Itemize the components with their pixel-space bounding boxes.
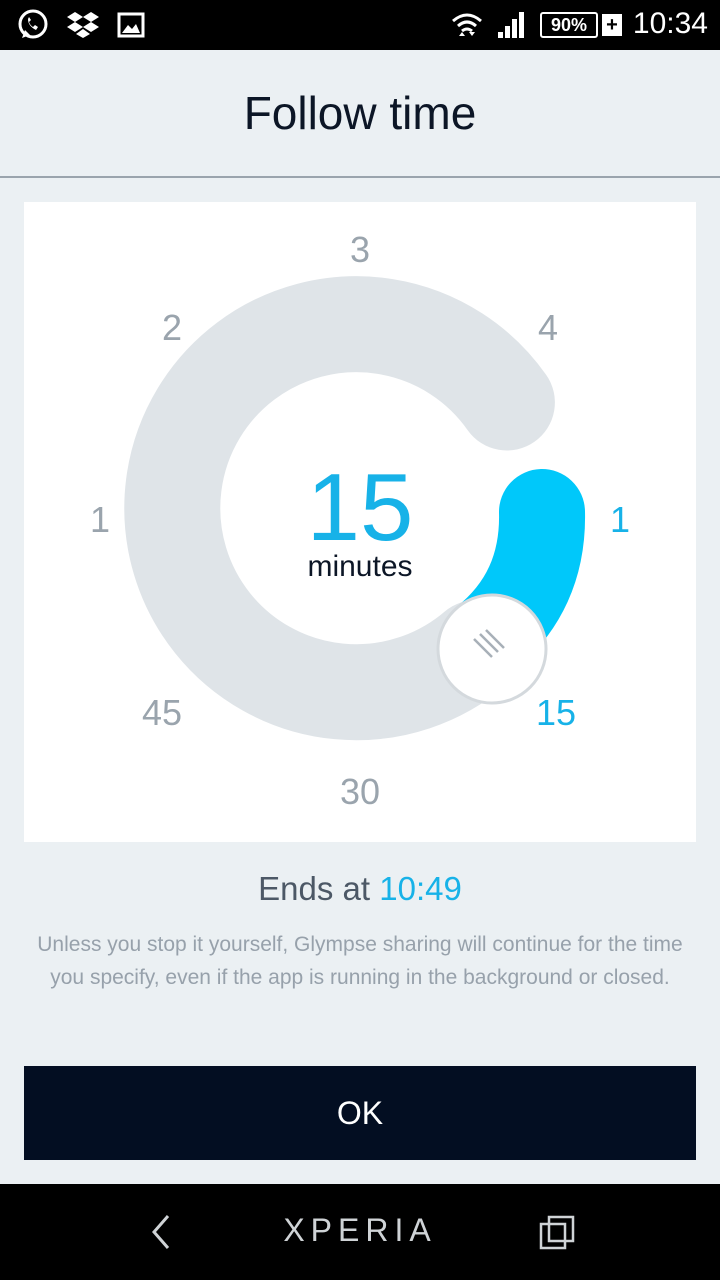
wifi-icon [452,13,482,36]
dial-label-45[interactable]: 45 [142,692,182,733]
brand-logo: XPERIA [283,1212,437,1248]
ok-button[interactable]: OK [24,1066,696,1160]
status-time: 10:34 [632,7,708,40]
recent-apps-icon[interactable] [538,1214,576,1252]
page-title: Follow time [243,87,477,139]
ends-at-time: 10:49 [379,870,462,907]
ends-at: Ends at 10:49 [0,870,720,908]
whatsapp-icon [18,9,48,39]
dial-handle[interactable] [436,593,548,705]
dial-label-2[interactable]: 2 [162,307,182,348]
status-bar: 90% + 10:34 [0,0,720,50]
dial-label-1-left[interactable]: 1 [90,499,110,540]
battery-indicator: 90% + [540,12,622,38]
title-bar: Follow time [0,50,720,178]
charging-icon: + [602,14,622,36]
dial-center-unit: minutes [307,550,412,583]
dial-label-1-right[interactable]: 1 [610,499,630,540]
dial-label-30[interactable]: 30 [340,771,380,812]
dial-label-4[interactable]: 4 [538,307,558,348]
dial-label-3[interactable]: 3 [350,229,370,270]
battery-level: 90% [540,12,598,38]
nav-bar: XPERIA [0,1184,720,1280]
signal-icon [498,12,524,38]
image-icon [117,12,145,38]
dial-label-15[interactable]: 15 [536,692,576,733]
dropbox-icon [67,12,99,38]
info-text: Unless you stop it yourself, Glympse sha… [37,933,683,989]
time-dial[interactable]: 15 minutes 3 4 1 15 30 45 1 2 [24,202,696,842]
time-dial-card: 15 minutes 3 4 1 15 30 45 1 2 [24,202,696,842]
ends-at-label: Ends at [258,870,371,907]
dial-center-value: 15 [307,454,414,561]
